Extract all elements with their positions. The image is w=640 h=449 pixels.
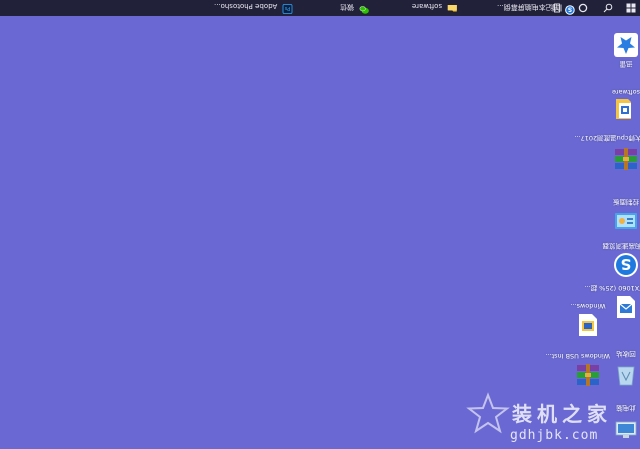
desktop-icon-label: 搜狗高速浏览器 <box>602 242 640 250</box>
taskbar-app-label: software <box>412 2 443 10</box>
taskbar: Ps Adobe Photosho... 微信 software S 笔记本电脑… <box>0 0 640 16</box>
svg-text:Ps: Ps <box>284 5 290 11</box>
wechat-icon <box>359 5 369 14</box>
photoshop-icon: Ps <box>282 4 293 14</box>
desktop-icon-label: 控制面板 <box>613 198 639 206</box>
search-icon <box>603 3 613 13</box>
taskbar-app-label: Adobe Photosho... <box>214 2 278 10</box>
windows-logo-icon <box>626 3 636 13</box>
taskbar-app-photoshop[interactable]: Ps Adobe Photosho... <box>210 0 297 16</box>
control-panel-icon <box>613 208 639 234</box>
taskbar-app-software-folder[interactable]: software <box>408 0 461 16</box>
folder-document-icon <box>613 96 639 122</box>
desktop-icon-sogou-browser[interactable]: 搜狗高速浏览器 S <box>602 240 640 278</box>
recycle-bin-icon <box>613 362 639 388</box>
folder-document-icon <box>575 312 601 338</box>
start-button[interactable] <box>626 0 636 16</box>
task-view-icon <box>552 3 562 13</box>
desktop: Ps Adobe Photosho... 微信 software S 笔记本电脑… <box>0 0 640 449</box>
desktop-icon-control-panel[interactable]: 控制面板 <box>604 196 640 234</box>
folder-icon <box>447 5 457 12</box>
svg-text:S: S <box>621 255 632 273</box>
taskbar-app-label: 微信 <box>340 2 354 11</box>
taskbar-app-label: 笔记本电脑屏幕倒... <box>497 2 560 11</box>
sogou-browser-icon: S <box>613 252 639 278</box>
watermark-url: gdhjbk.com <box>510 428 599 443</box>
desktop-icon-winrar-ludashi[interactable]: 鲁大师cpu温度测2017... <box>574 132 640 172</box>
desktop-icon-label: GTX1060 (25% 超... <box>584 284 640 292</box>
task-view-button[interactable] <box>552 0 562 16</box>
watermark: 装机之家 gdhjbk.com <box>462 390 640 449</box>
desktop-icon-windows-doc[interactable]: Windows... <box>566 300 610 338</box>
desktop-icon-label: software <box>612 88 640 96</box>
taskbar-app-wechat[interactable]: 微信 <box>336 0 373 16</box>
blue-star-app-icon <box>613 32 639 58</box>
sogou-browser-icon: S <box>565 4 575 15</box>
winrar-archive-icon <box>613 146 639 172</box>
cortana-button[interactable] <box>578 0 588 16</box>
desktop-icon-label: 回收站 <box>616 350 636 358</box>
desktop-icon-label: 迅雷 <box>619 60 633 68</box>
desktop-icon-recycle-bin[interactable]: 回收站 <box>604 348 640 388</box>
desktop-icon-software[interactable]: software <box>604 86 640 122</box>
star-logo-icon <box>466 392 510 434</box>
winrar-archive-icon <box>575 362 601 388</box>
search-button[interactable] <box>603 0 613 16</box>
watermark-text: 装机之家 <box>512 402 612 426</box>
cortana-circle-icon <box>578 3 588 13</box>
desktop-icon-label: Windows... <box>570 302 606 310</box>
svg-text:S: S <box>568 5 572 12</box>
desktop-icon-xunlei[interactable]: 迅雷 <box>604 32 640 68</box>
mail-document-icon <box>613 294 639 320</box>
taskbar-app-sogou-browser[interactable]: S 笔记本电脑屏幕倒... <box>493 0 579 16</box>
desktop-icon-label: 鲁大师cpu温度测2017... <box>574 134 640 142</box>
